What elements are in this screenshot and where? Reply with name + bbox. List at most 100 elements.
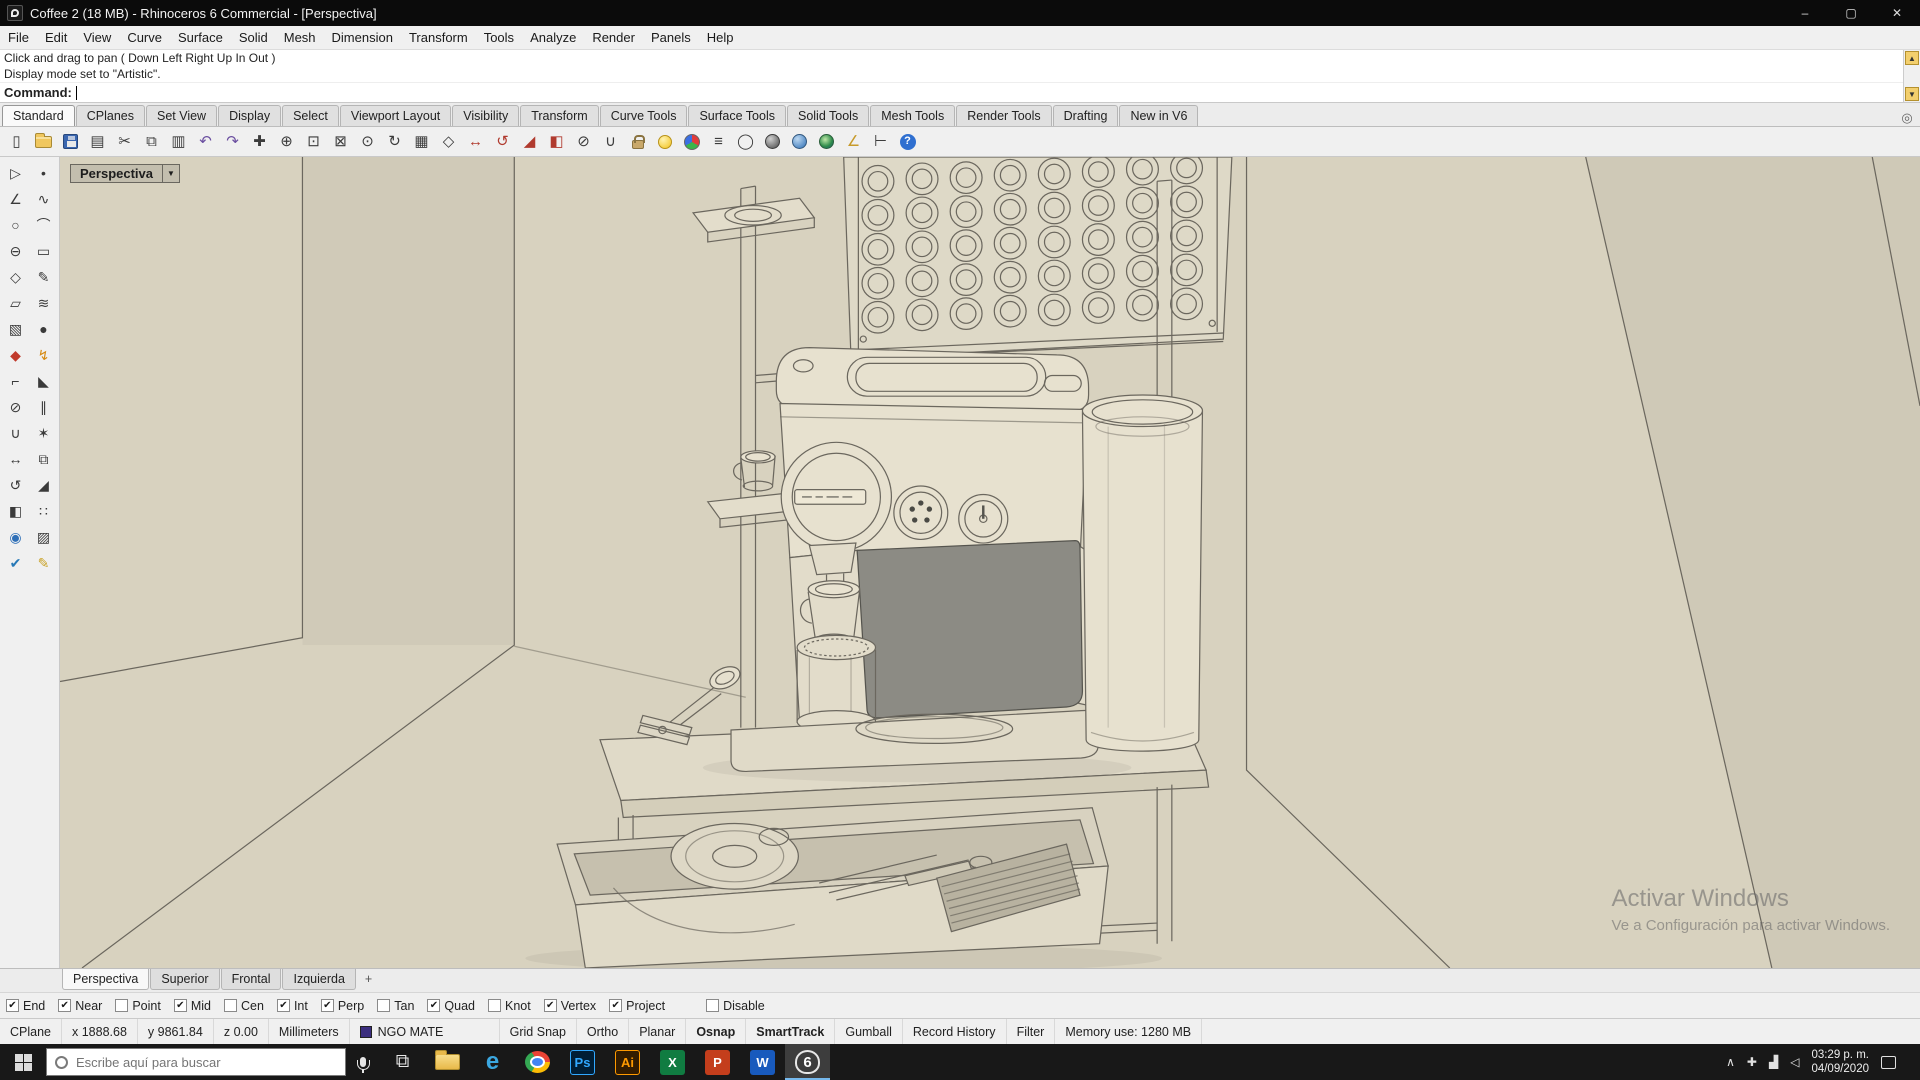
file-explorer-icon[interactable]: [425, 1044, 470, 1080]
checkbox[interactable]: [6, 999, 19, 1012]
new-viewport-tab-button[interactable]: +: [357, 969, 380, 989]
perspective-viewport[interactable]: Perspectiva ▼ Activar Windows Ve a Confi…: [60, 157, 1920, 968]
rendered-display-icon[interactable]: [787, 129, 812, 154]
copy-icon[interactable]: ⧉: [30, 446, 58, 471]
toolbar-tab[interactable]: Render Tools: [956, 105, 1052, 126]
checkbox[interactable]: [276, 999, 290, 1012]
viewport-title[interactable]: Perspectiva ▼: [70, 164, 180, 183]
status-x-coordinate[interactable]: x 1888.68: [62, 1019, 138, 1044]
checkbox[interactable]: [427, 999, 441, 1012]
polygon-icon[interactable]: ◇: [2, 264, 30, 289]
word-icon[interactable]: W: [740, 1044, 785, 1080]
tray-network-icon[interactable]: ▟: [1769, 1055, 1778, 1069]
sketch-icon[interactable]: ✎: [30, 264, 58, 289]
checkbox[interactable]: [115, 999, 129, 1012]
gumball-icon[interactable]: ◉: [2, 524, 30, 549]
zoom-window-icon[interactable]: ⊡: [301, 129, 326, 154]
illustrator-icon[interactable]: Ai: [605, 1044, 650, 1080]
explode-icon[interactable]: ✶: [30, 420, 58, 445]
osnap-cen-checkbox[interactable]: Cen: [224, 999, 264, 1013]
print-icon[interactable]: ▤: [85, 129, 110, 154]
trim-icon[interactable]: ⊘: [571, 129, 596, 154]
sphere-icon[interactable]: ●: [30, 316, 58, 341]
set-view-icon[interactable]: ◇: [436, 129, 461, 154]
menu-item[interactable]: Transform: [401, 28, 476, 47]
menu-item[interactable]: Tools: [476, 28, 522, 47]
scroll-down-icon[interactable]: ▼: [1905, 87, 1919, 101]
viewport-tab[interactable]: Perspectiva: [62, 969, 150, 990]
menu-item[interactable]: Surface: [170, 28, 231, 47]
menu-item[interactable]: Render: [584, 28, 643, 47]
zoom-extents-icon[interactable]: ⊠: [328, 129, 353, 154]
osnap-knot-checkbox[interactable]: Knot: [488, 999, 531, 1013]
checkbox[interactable]: [706, 999, 720, 1012]
dimension-icon[interactable]: ⊢: [868, 129, 893, 154]
minimize-button[interactable]: –: [1782, 0, 1828, 26]
toolbar-tab[interactable]: Standard: [2, 105, 75, 126]
wireframe-display-icon[interactable]: ◯: [733, 129, 758, 154]
scale-icon[interactable]: ◢: [30, 472, 58, 497]
move-icon[interactable]: ↔: [463, 129, 488, 154]
close-button[interactable]: ✕: [1874, 0, 1920, 26]
toolbar-tab[interactable]: CPlanes: [75, 105, 145, 126]
viewport-title-dropdown-icon[interactable]: ▼: [163, 164, 180, 183]
toolbar-tab[interactable]: Transform: [520, 105, 599, 126]
chamfer-icon[interactable]: ◣: [30, 368, 58, 393]
menu-item[interactable]: Mesh: [276, 28, 324, 47]
toolbar-tab[interactable]: Set View: [145, 105, 218, 126]
osnap-tan-checkbox[interactable]: Tan: [377, 999, 414, 1013]
menu-item[interactable]: File: [0, 28, 37, 47]
toolbar-tab[interactable]: Surface Tools: [688, 105, 786, 126]
action-center-icon[interactable]: [1881, 1055, 1896, 1069]
hide-lightbulb-icon[interactable]: [652, 129, 677, 154]
osnap-int-checkbox[interactable]: Int: [276, 999, 308, 1013]
checkbox[interactable]: [543, 999, 557, 1012]
taskbar-clock[interactable]: 03:29 p. m. 04/09/2020: [1811, 1048, 1869, 1077]
move-icon[interactable]: ↔: [2, 446, 30, 471]
mirror-icon[interactable]: ◧: [2, 498, 30, 523]
undo-icon[interactable]: ↶: [193, 129, 218, 154]
viewport-tab[interactable]: Izquierda: [282, 969, 356, 990]
lightning-icon[interactable]: ↯: [30, 342, 58, 367]
viewport-layout-icon[interactable]: ▦: [409, 129, 434, 154]
hatch-icon[interactable]: ▨: [30, 524, 58, 549]
status-z-coordinate[interactable]: z 0.00: [214, 1019, 269, 1044]
checkbox[interactable]: [609, 999, 623, 1012]
redo-icon[interactable]: ↷: [220, 129, 245, 154]
toolbar-options-icon[interactable]: ◎: [1894, 110, 1920, 126]
status-planar[interactable]: Planar: [629, 1019, 687, 1044]
status-smarttrack[interactable]: SmartTrack: [746, 1019, 836, 1044]
viewport-tab[interactable]: Frontal: [220, 969, 282, 990]
select-icon[interactable]: ▷: [2, 160, 30, 185]
viewport-canvas[interactable]: [60, 157, 1920, 968]
menu-item[interactable]: Panels: [643, 28, 699, 47]
copy-icon[interactable]: ⧉: [139, 129, 164, 154]
taskbar-search[interactable]: [46, 1048, 346, 1076]
zoom-dynamic-icon[interactable]: ⊕: [274, 129, 299, 154]
box-icon[interactable]: ▧: [2, 316, 30, 341]
check-icon[interactable]: ✔: [2, 550, 30, 575]
rotate-icon[interactable]: ↺: [2, 472, 30, 497]
status-filter[interactable]: Filter: [1007, 1019, 1056, 1044]
checkbox[interactable]: [58, 999, 72, 1012]
task-view-icon[interactable]: ⧉: [380, 1044, 425, 1080]
osnap-perp-checkbox[interactable]: Perp: [320, 999, 364, 1013]
menu-item[interactable]: View: [75, 28, 119, 47]
powerpoint-icon[interactable]: P: [695, 1044, 740, 1080]
rotate-icon[interactable]: ↺: [490, 129, 515, 154]
array-icon[interactable]: ∷: [30, 498, 58, 523]
viewport-tab[interactable]: Superior: [150, 969, 220, 990]
rhino-taskbar-icon[interactable]: 6: [785, 1044, 830, 1080]
checkbox[interactable]: [377, 999, 391, 1012]
osnap-near-checkbox[interactable]: Near: [58, 999, 102, 1013]
start-button[interactable]: [0, 1044, 46, 1080]
toolbar-tab[interactable]: Viewport Layout: [339, 105, 452, 126]
toolbar-tab[interactable]: New in V6: [1119, 105, 1199, 126]
osnap-point-checkbox[interactable]: Point: [115, 999, 161, 1013]
pencil-icon[interactable]: ✎: [30, 550, 58, 575]
help-icon[interactable]: [895, 129, 920, 154]
osnap-vertex-checkbox[interactable]: Vertex: [543, 999, 596, 1013]
checkbox[interactable]: [173, 999, 187, 1012]
raytrace-display-icon[interactable]: [814, 129, 839, 154]
command-scrollbar[interactable]: ▲ ▼: [1903, 50, 1920, 102]
